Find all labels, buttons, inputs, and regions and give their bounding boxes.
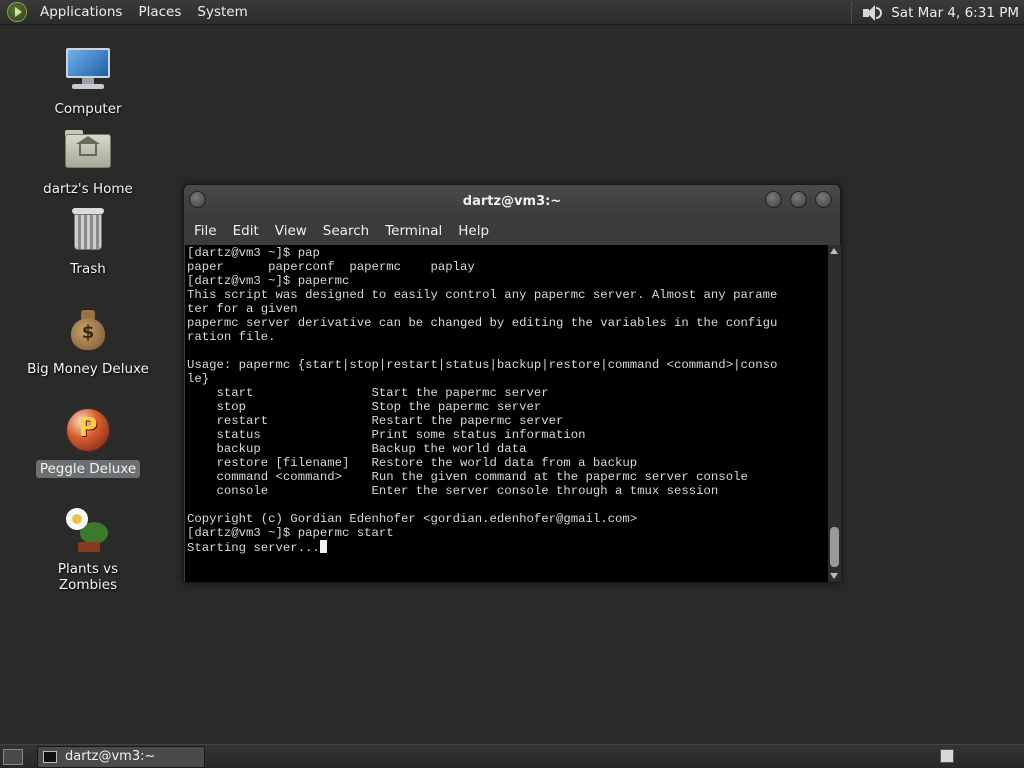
scroll-thumb[interactable] [830,527,839,567]
terminal-line: Starting server... [187,540,827,555]
applications-logo-icon[interactable] [7,2,27,22]
terminal-line: command <command> Run the given command … [187,470,748,484]
terminal-line: start Start the papermc server [187,386,549,400]
terminal-scrollbar[interactable] [828,245,841,582]
menu-search[interactable]: Search [315,223,377,239]
terminal-line: paper paperconf papermc paplay [187,260,475,274]
desktop-icon-big-money[interactable]: $ Big Money Deluxe [23,304,153,378]
window-menu-button[interactable] [189,191,206,208]
desktop-icon-computer[interactable]: Computer [23,44,153,118]
menu-places[interactable]: Places [130,4,189,20]
menu-terminal[interactable]: Terminal [377,223,450,239]
scroll-down-arrow-icon[interactable] [830,573,838,579]
desktop-icon-trash[interactable]: Trash [23,204,153,278]
maximize-button[interactable] [790,191,807,208]
top-panel: Applications Places System Sat Mar 4, 6:… [0,0,1024,25]
terminal-line: restore [filename] Restore the world dat… [187,456,638,470]
scroll-up-arrow-icon[interactable] [830,248,838,254]
desktop-icon-plants-vs-zombies[interactable]: Plants vs Zombies [23,504,153,594]
terminal-line: stop Stop the papermc server [187,400,542,414]
workspace-switcher[interactable] [940,749,954,763]
terminal-line: [dartz@vm3 ~]$ papermc start [187,526,394,540]
terminal-menubar: File Edit View Search Terminal Help [184,217,840,245]
panel-separator [851,2,855,23]
terminal-line: console Enter the server console through… [187,484,719,498]
desktop-icon-home[interactable]: dartz's Home [23,124,153,198]
show-desktop-icon[interactable] [3,748,23,765]
desktop-icon-label: dartz's Home [43,181,133,197]
desktop-icon-label: Peggle Deluxe [35,460,141,478]
terminal-line: ration file. [187,330,276,344]
terminal-line: [dartz@vm3 ~]$ pap [187,246,320,260]
terminal-icon [43,750,57,763]
taskbar-button-label: dartz@vm3:~ [65,749,156,764]
menu-system[interactable]: System [189,4,255,20]
terminal-line: papermc server derivative can be changed… [187,316,778,330]
terminal-line: [dartz@vm3 ~]$ papermc [187,274,350,288]
volume-icon[interactable] [861,3,883,23]
clock[interactable]: Sat Mar 4, 6:31 PM [891,5,1024,21]
terminal-line: This script was designed to easily contr… [187,288,778,302]
home-folder-icon [62,124,114,176]
terminal-line: backup Backup the world data [187,442,527,456]
terminal-line: Copyright (c) Gordian Edenhofer <gordian… [187,512,638,526]
window-title: dartz@vm3:~ [462,193,562,209]
window-titlebar[interactable]: dartz@vm3:~ [184,185,840,217]
taskbar-button-terminal[interactable]: dartz@vm3:~ [37,745,205,768]
system-tray: Sat Mar 4, 6:31 PM [851,0,1024,25]
bottom-panel: dartz@vm3:~ [0,744,1024,768]
menu-edit[interactable]: Edit [225,223,267,239]
terminal-line: status Print some status information [187,428,586,442]
menu-file[interactable]: File [186,223,225,239]
terminal-window[interactable]: dartz@vm3:~ File Edit View Search Termin… [183,184,841,583]
money-bag-icon: $ [62,304,114,356]
terminal-line: le} [187,372,210,386]
menu-applications[interactable]: Applications [32,4,130,20]
terminal-line: restart Restart the papermc server [187,414,564,428]
desktop-icon-label: Plants vs Zombies [57,561,119,593]
menu-help[interactable]: Help [450,223,497,239]
desktop-icon-label: Computer [54,101,122,117]
computer-icon [62,44,114,96]
terminal-text: [dartz@vm3 ~]$ pap paper paperconf paperm… [187,246,827,555]
close-button[interactable] [815,191,832,208]
terminal-line: Usage: papermc {start|stop|restart|statu… [187,358,778,372]
trash-icon [62,204,114,256]
peggle-icon: P [62,404,114,456]
minimize-button[interactable] [765,191,782,208]
plants-icon [62,504,114,556]
desktop-icon-label: Trash [70,261,106,277]
terminal-line: ter for a given [187,302,298,316]
desktop-icon-peggle[interactable]: P Peggle Deluxe [23,404,153,478]
menu-view[interactable]: View [267,223,315,239]
text-cursor [319,540,327,553]
desktop-icon-label: Big Money Deluxe [27,361,149,377]
terminal-output[interactable]: [dartz@vm3 ~]$ pap paper paperconf paperm… [185,245,841,582]
